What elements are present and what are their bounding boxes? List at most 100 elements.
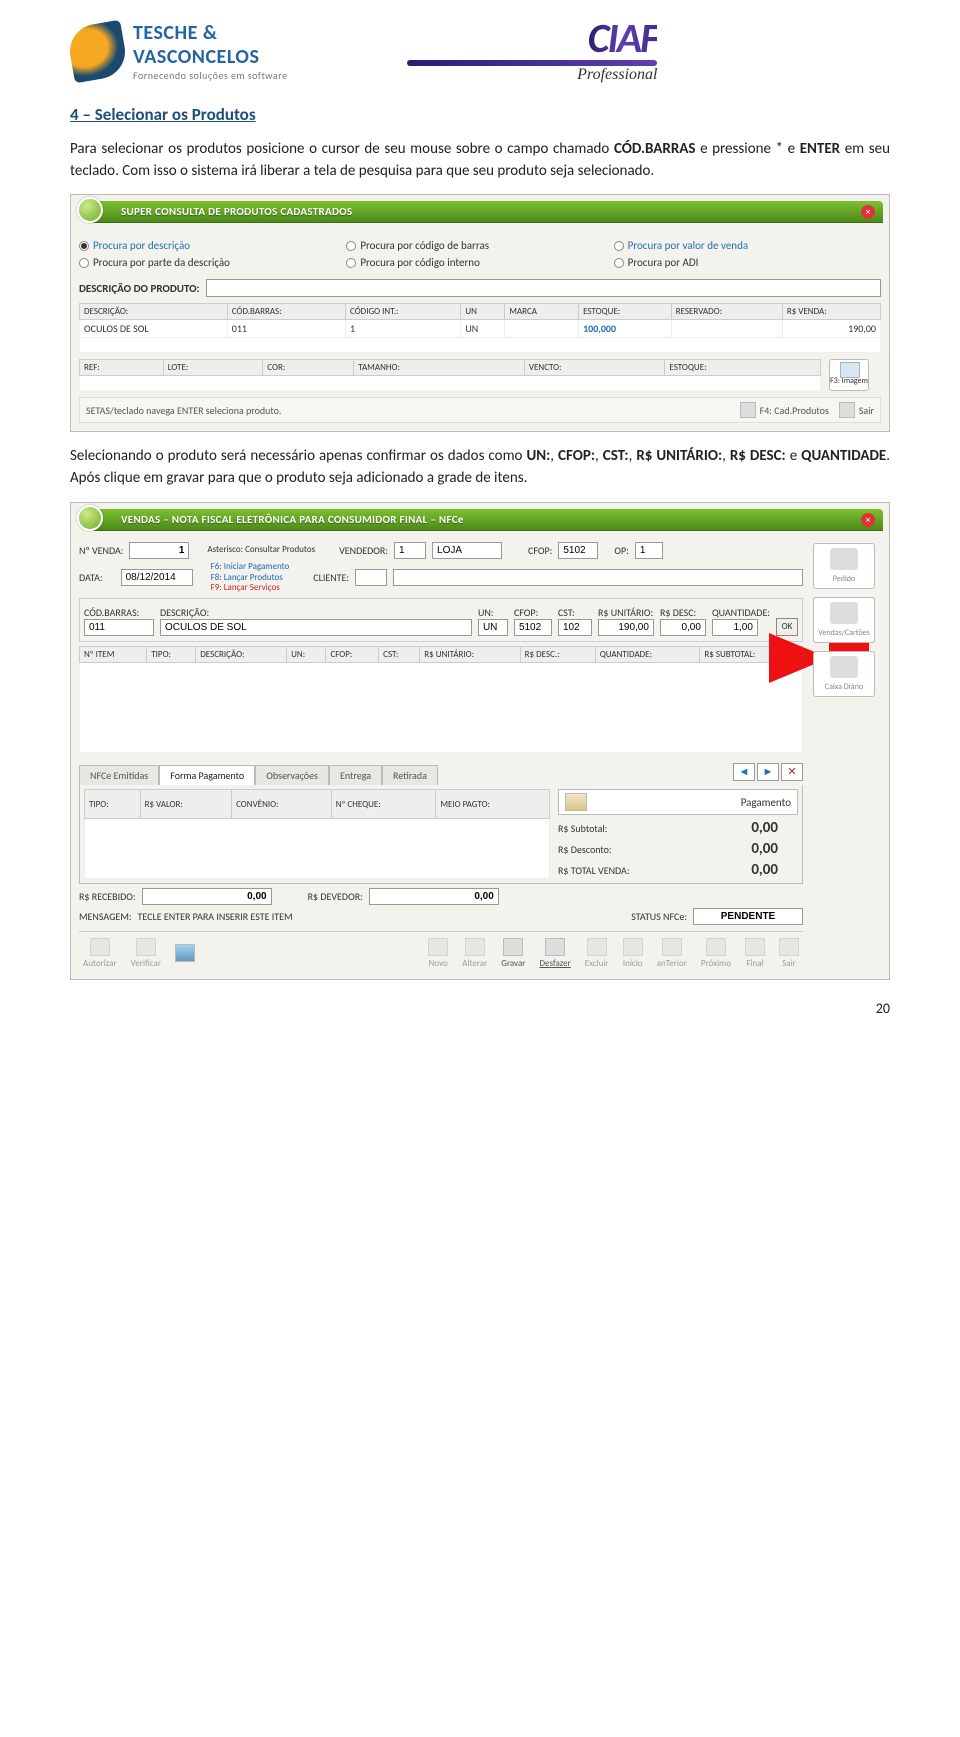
tool-excluir[interactable]: Excluir — [585, 938, 609, 969]
paragraph-1: Para selecionar os produtos posicione o … — [70, 139, 890, 183]
window-title-2: VENDAS – NOTA FISCAL ELETRÔNICA PARA CON… — [93, 509, 883, 531]
tab-nfce-emitidas[interactable]: NFCe Emitidas — [79, 765, 159, 785]
ciaf-word: CIAF — [588, 20, 658, 58]
input-loja[interactable] — [432, 542, 502, 559]
input-quantidade[interactable] — [712, 619, 758, 636]
radio-procura-codbarras[interactable]: Procura por código de barras — [346, 237, 613, 254]
input-recebido[interactable] — [142, 888, 272, 905]
input-cfop-top[interactable] — [558, 542, 598, 559]
input-devedor[interactable] — [369, 888, 499, 905]
label-mensagem: MENSAGEM: — [79, 910, 132, 923]
section-title: 4 – Selecionar os Produtos — [70, 104, 890, 125]
tesche-tagline: Fornecendo soluções em software — [133, 69, 287, 82]
payment-grid[interactable]: TIPO:R$ VALOR:CONVÊNIO:Nº CHEQUE:MEIO PA… — [84, 789, 550, 879]
label-op: OP: — [614, 544, 628, 557]
screenshot-nfce: VENDAS – NOTA FISCAL ELETRÔNICA PARA CON… — [70, 502, 890, 980]
edit-icon — [465, 938, 485, 956]
tile-vendas-cartoes[interactable]: Vendas/Cartões — [813, 597, 875, 643]
tesche-name-line1: TESCHE & — [133, 21, 287, 45]
input-un[interactable] — [478, 619, 508, 636]
tab-entrega[interactable]: Entrega — [329, 765, 382, 785]
tool-anterior[interactable]: anTerior — [657, 938, 687, 969]
input-desc[interactable] — [660, 619, 706, 636]
close-icon[interactable]: × — [861, 513, 875, 527]
tile-caixa-diario[interactable]: Caixa Diário — [813, 651, 875, 697]
radio-procura-valor[interactable]: Procura por valor de venda — [614, 237, 881, 254]
input-status — [693, 908, 803, 925]
nav-prev[interactable]: ► — [757, 763, 779, 781]
keyboard-hint: SETAS/teclado navega ENTER seleciona pro… — [86, 404, 281, 417]
tool-proximo[interactable]: Próximo — [701, 938, 731, 969]
ciaf-sub: Professional — [577, 66, 657, 84]
tab-forma-pagamento[interactable]: Forma Pagamento — [159, 765, 255, 785]
descricao-produto-input[interactable] — [206, 279, 881, 297]
input-vendedor[interactable] — [394, 542, 426, 559]
new-icon — [428, 938, 448, 956]
tool-inicio[interactable]: Início — [623, 938, 643, 969]
input-descricao[interactable] — [160, 619, 472, 636]
detail-grid: REF:LOTE:COR:TAMANHO:VENCTO:ESTOQUE: — [79, 359, 821, 391]
label-vendedor: VENDEDOR: — [339, 544, 388, 557]
table-row[interactable]: OCULOS DE SOL 011 1 UN 100,000 190,00 — [80, 320, 881, 338]
label-devedor: R$ DEVEDOR: — [308, 890, 363, 903]
nav-delete[interactable]: ✕ — [781, 763, 803, 781]
tab-observacoes[interactable]: Observações — [255, 765, 329, 785]
bottom-toolbar: Autorizar Verificar Novo Alterar Gravar … — [79, 931, 803, 971]
first-icon — [623, 938, 643, 956]
cash-register-icon — [565, 793, 587, 811]
window-title-1: SUPER CONSULTA DE PRODUTOS CADASTRADOS — [93, 201, 883, 223]
input-cfop[interactable] — [514, 619, 552, 636]
nav-first[interactable]: ◄ — [733, 763, 755, 781]
page-number: 20 — [70, 1000, 890, 1017]
input-op[interactable] — [635, 542, 663, 559]
next-icon — [706, 938, 726, 956]
barcode-icon — [740, 402, 756, 418]
tool-search[interactable] — [175, 944, 195, 964]
label-cliente: CLIENTE: — [313, 571, 349, 584]
radio-procura-descricao[interactable]: Procura por descrição — [79, 237, 346, 254]
input-codbarras[interactable] — [84, 619, 154, 636]
tool-alterar[interactable]: Alterar — [462, 938, 487, 969]
search-icon — [175, 944, 195, 962]
radio-procura-parte[interactable]: Procura por parte da descrição — [79, 254, 346, 271]
tool-autorizar[interactable]: Autorizar — [83, 938, 117, 969]
tool-gravar[interactable]: Gravar — [501, 938, 525, 969]
pagamento-button[interactable]: Pagamento — [558, 789, 798, 815]
radio-procura-codinterno[interactable]: Procura por código interno — [346, 254, 613, 271]
search-mode-radios: Procura por descrição Procura por parte … — [79, 237, 881, 271]
exit-icon — [839, 402, 855, 418]
tab-retirada[interactable]: Retirada — [382, 765, 438, 785]
tabs: NFCe Emitidas Forma Pagamento Observaçõe… — [79, 765, 438, 785]
products-grid[interactable]: DESCRIÇÃO: CÓD.BARRAS: CÓDIGO INT.: UN M… — [79, 303, 881, 353]
right-tiles: Pedido Vendas/Cartões Caixa Diário — [809, 543, 879, 697]
input-cliente-cod[interactable] — [355, 569, 387, 586]
tool-final[interactable]: Final — [745, 938, 765, 969]
undo-icon — [545, 938, 565, 956]
tile-pedido[interactable]: Pedido — [813, 543, 875, 589]
input-cst[interactable] — [558, 619, 592, 636]
tesche-name-line2: VASCONCELOS — [133, 45, 287, 69]
input-cliente-nome[interactable] — [393, 569, 803, 586]
exit-icon — [779, 938, 799, 956]
authorize-icon — [90, 938, 110, 956]
prev-icon — [662, 938, 682, 956]
mensagem-text: TECLE ENTER PARA INSERIR ESTE ITEM — [138, 910, 293, 923]
radio-procura-adi[interactable]: Procura por ADI — [614, 254, 881, 271]
tool-desfazer[interactable]: Desfazer — [539, 938, 570, 969]
tool-sair[interactable]: Sair — [779, 938, 799, 969]
input-data[interactable] — [121, 569, 193, 586]
items-grid[interactable]: Nº ITEMTIPO:DESCRIÇÃO:UN:CFOP:CST:R$ UNI… — [79, 646, 803, 753]
header-logos: TESCHE & VASCONCELOS Fornecendo soluções… — [70, 20, 890, 84]
input-unitario[interactable] — [598, 619, 654, 636]
f4-cadprodutos-button[interactable]: F4: Cad.Produtos — [740, 402, 829, 418]
tesche-wing-icon — [66, 20, 130, 84]
verify-icon — [136, 938, 156, 956]
f3-imagem-button[interactable]: F3: Imagem — [829, 359, 869, 391]
last-icon — [745, 938, 765, 956]
tool-novo[interactable]: Novo — [428, 938, 448, 969]
tool-verificar[interactable]: Verificar — [131, 938, 161, 969]
label-cfop-top: CFOP: — [528, 544, 552, 557]
delete-icon — [587, 938, 607, 956]
input-n-venda[interactable] — [129, 542, 189, 559]
sair-button[interactable]: Sair — [839, 402, 874, 418]
